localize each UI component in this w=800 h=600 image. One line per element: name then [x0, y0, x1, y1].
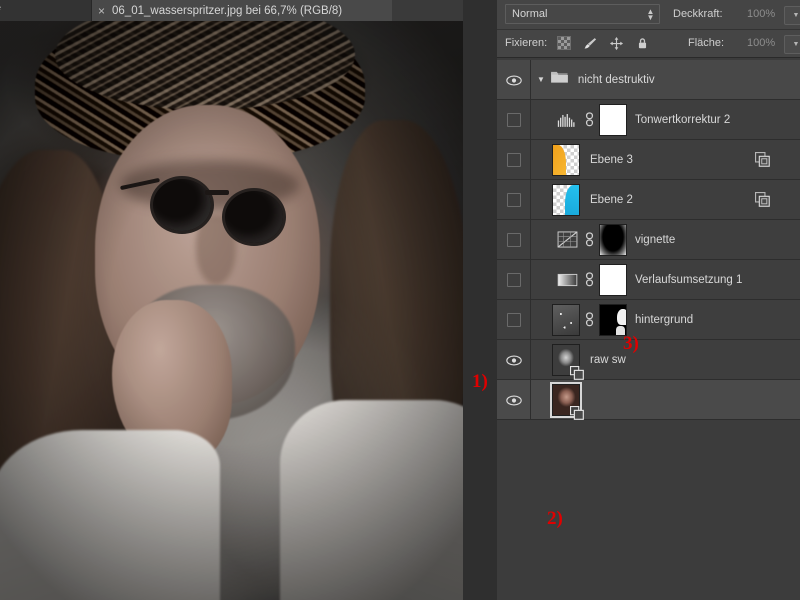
- move-arrows-icon[interactable]: [607, 34, 625, 52]
- chevron-down-icon[interactable]: ▼: [537, 75, 545, 84]
- blend-mode-select[interactable]: Normal ▲ ▼: [505, 4, 660, 24]
- layer-name: raw sw: [590, 353, 626, 366]
- layer-thumbnail-wrap[interactable]: [550, 381, 584, 420]
- smart-object-badge-icon: [569, 405, 584, 420]
- close-icon[interactable]: ×: [98, 5, 105, 17]
- layer-visibility-toggle[interactable]: [497, 380, 531, 419]
- chevron-updown-icon[interactable]: ▲ ▼: [646, 8, 655, 22]
- eye-icon[interactable]: [506, 395, 522, 405]
- layer-options-lock-row: Fixieren: Fläche: 100% ▼: [497, 30, 800, 58]
- layer-row-body[interactable]: [530, 380, 800, 420]
- layer-visibility-toggle[interactable]: [497, 180, 531, 219]
- layer-options-blend-row: Normal ▲ ▼ Deckkraft: 100% ▼: [497, 0, 800, 30]
- document-tab-active[interactable]: × 06_01_wasserspritzer.jpg bei 66,7% (RG…: [92, 0, 392, 21]
- layer-visibility-toggle[interactable]: [497, 220, 531, 259]
- visibility-empty-icon[interactable]: [506, 272, 521, 287]
- padlock-icon[interactable]: [633, 34, 651, 52]
- layers-panel: Normal ▲ ▼ Deckkraft: 100% ▼ Fixieren: Fl…: [497, 0, 800, 600]
- smart-object-badge-icon: [755, 192, 770, 207]
- opacity-label: Deckkraft:: [673, 8, 723, 20]
- levels-histogram-icon: [554, 107, 580, 133]
- lock-label: Fixieren:: [505, 37, 548, 49]
- folder-icon: [550, 70, 569, 89]
- layer-visibility-toggle[interactable]: [497, 100, 531, 139]
- layer-row-body[interactable]: Verlaufsumsetzung 1: [530, 260, 800, 299]
- layer-row-raw-sw[interactable]: raw sw: [497, 340, 800, 380]
- document-tab-active-title: 06_01_wasserspritzer.jpg bei 66,7% (RGB/…: [112, 4, 343, 17]
- document-tab-inactive[interactable]: ormal, RGB/8) *: [0, 0, 92, 21]
- layer-thumbnail[interactable]: [552, 143, 580, 176]
- document-canvas-area: ormal, RGB/8) * × 06_01_wasserspritzer.j…: [0, 0, 463, 600]
- visibility-empty-icon[interactable]: [506, 112, 521, 127]
- layer-visibility-toggle[interactable]: [497, 340, 531, 379]
- photoshop-window: ormal, RGB/8) * × 06_01_wasserspritzer.j…: [0, 0, 800, 600]
- layer-row-body[interactable]: ▼ nicht destruktiv: [530, 60, 800, 99]
- blend-mode-value: Normal: [512, 8, 548, 20]
- layer-mask-thumbnail[interactable]: [599, 303, 627, 336]
- eye-icon[interactable]: [506, 75, 522, 85]
- layer-name: nicht destruktiv: [577, 73, 655, 86]
- brush-icon[interactable]: [581, 34, 599, 52]
- panel-gap-strip: [463, 0, 497, 600]
- link-mask-icon[interactable]: [583, 112, 595, 127]
- visibility-empty-icon[interactable]: [506, 312, 521, 327]
- layer-name: Tonwertkorrektur 2: [635, 113, 731, 126]
- layer-visibility-toggle[interactable]: [497, 300, 531, 339]
- layer-mask-thumbnail[interactable]: [599, 263, 627, 296]
- layer-row-ebene-3[interactable]: Ebene 3: [497, 140, 800, 180]
- layer-row-hintergrund[interactable]: hintergrund: [497, 300, 800, 340]
- layer-row-vignette[interactable]: vignette: [497, 220, 800, 260]
- layer-visibility-toggle[interactable]: [497, 140, 531, 179]
- fill-label: Fläche:: [688, 37, 725, 49]
- layer-row-selected-smart-object[interactable]: [497, 380, 800, 420]
- visibility-empty-icon[interactable]: [506, 152, 521, 167]
- smart-object-badge-icon: [755, 152, 770, 167]
- fill-value[interactable]: 100%: [747, 37, 775, 49]
- layer-name: Ebene 2: [590, 193, 633, 206]
- layer-row-body[interactable]: Tonwertkorrektur 2: [530, 100, 800, 139]
- layer-list: ▼ nicht destruktiv Tonwertkorrektur 2 Eb…: [497, 60, 800, 420]
- layer-mask-thumbnail[interactable]: [599, 223, 627, 256]
- layer-name: Ebene 3: [590, 153, 633, 166]
- opacity-dropdown-icon[interactable]: ▼: [784, 6, 800, 25]
- document-tab-inactive-title: ormal, RGB/8) *: [0, 5, 1, 17]
- link-mask-icon[interactable]: [583, 232, 595, 247]
- layer-row-body[interactable]: raw sw: [530, 340, 800, 380]
- layer-name: vignette: [635, 233, 676, 246]
- layer-row-body[interactable]: vignette: [530, 220, 800, 259]
- layer-visibility-toggle[interactable]: [497, 60, 531, 99]
- layer-mask-thumbnail[interactable]: [599, 103, 627, 136]
- link-mask-icon[interactable]: [583, 272, 595, 287]
- layer-row-ebene-2[interactable]: Ebene 2: [497, 180, 800, 220]
- layer-name: Verlaufsumsetzung 1: [635, 273, 743, 286]
- layer-row-group[interactable]: ▼ nicht destruktiv: [497, 60, 800, 100]
- smart-object-badge-icon: [569, 365, 584, 380]
- layer-thumbnail[interactable]: [552, 303, 580, 336]
- gradient-map-icon: [554, 267, 580, 293]
- document-image: [0, 0, 463, 600]
- document-tab-bar: ormal, RGB/8) * × 06_01_wasserspritzer.j…: [0, 0, 463, 21]
- layer-row-gradient-map[interactable]: Verlaufsumsetzung 1: [497, 260, 800, 300]
- eye-icon[interactable]: [506, 355, 522, 365]
- layer-thumbnail-wrap[interactable]: [552, 343, 584, 380]
- annotation-marker-3: 3): [623, 333, 639, 354]
- layer-row-body[interactable]: hintergrund: [530, 300, 800, 339]
- annotation-marker-1: 1): [472, 371, 488, 392]
- link-mask-icon[interactable]: [583, 312, 595, 327]
- layer-name: hintergrund: [635, 313, 694, 326]
- layer-row-levels[interactable]: Tonwertkorrektur 2: [497, 100, 800, 140]
- fill-dropdown-icon[interactable]: ▼: [784, 35, 800, 54]
- curves-icon: [554, 227, 580, 253]
- visibility-empty-icon[interactable]: [506, 192, 521, 207]
- visibility-empty-icon[interactable]: [506, 232, 521, 247]
- image-vignette: [0, 0, 463, 600]
- opacity-value[interactable]: 100%: [747, 8, 775, 20]
- layer-visibility-toggle[interactable]: [497, 260, 531, 299]
- transparency-checker-icon[interactable]: [555, 34, 573, 52]
- annotation-marker-2: 2): [547, 508, 563, 529]
- layer-thumbnail[interactable]: [552, 183, 580, 216]
